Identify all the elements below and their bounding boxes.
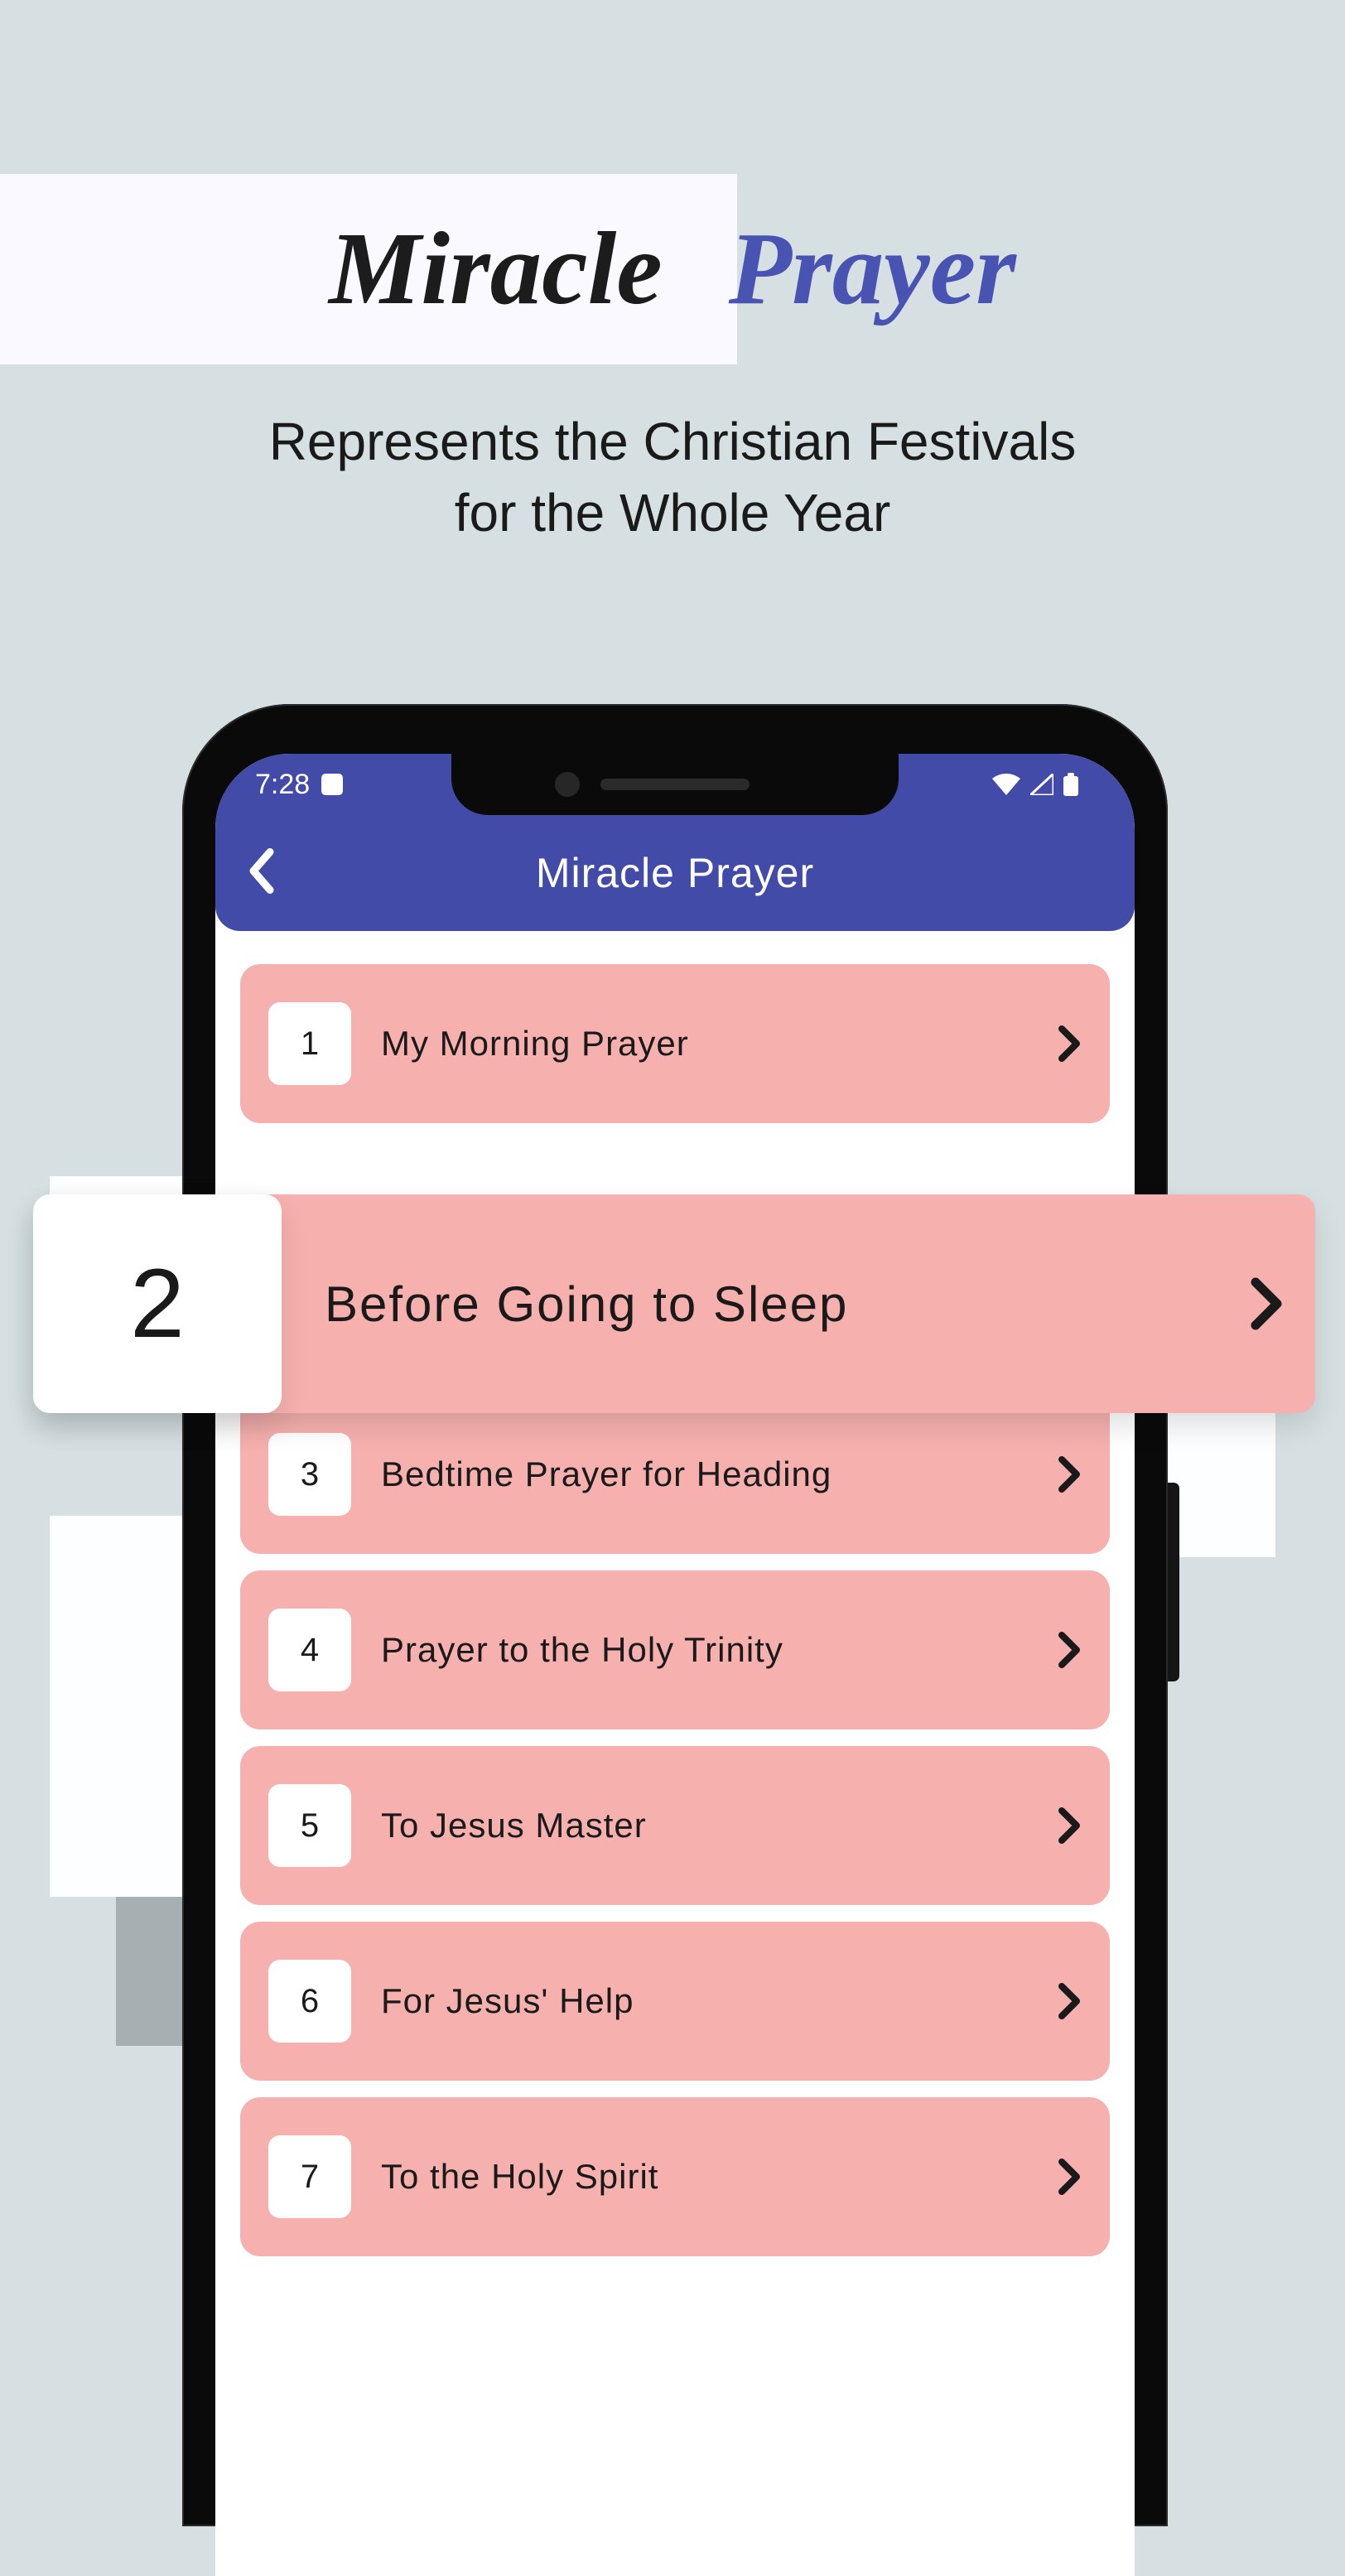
app-header: Miracle Prayer	[215, 815, 1135, 931]
list-item[interactable]: 3 Bedtime Prayer for Heading	[240, 1395, 1110, 1554]
item-label: Prayer to the Holy Trinity	[381, 1630, 1082, 1670]
speaker-icon	[600, 779, 750, 790]
list-item-highlighted[interactable]: 2 Before Going to Sleep	[33, 1194, 1315, 1413]
item-number: 4	[268, 1609, 351, 1691]
item-number: 6	[268, 1960, 351, 2043]
phone-notch	[451, 754, 899, 815]
chevron-right-icon	[1057, 1981, 1083, 2021]
phone-side-button	[1168, 1483, 1179, 1681]
item-label: Bedtime Prayer for Heading	[381, 1454, 1082, 1494]
item-label: Before Going to Sleep	[325, 1276, 1247, 1333]
list-item[interactable]: 6 For Jesus' Help	[240, 1922, 1110, 2081]
item-number: 2	[33, 1194, 282, 1413]
hero-title: Miracle Prayer	[0, 174, 1345, 364]
item-number: 1	[268, 1002, 351, 1085]
back-icon[interactable]	[245, 847, 278, 900]
chevron-right-icon	[1057, 1454, 1083, 1494]
camera-icon	[555, 772, 580, 797]
chevron-right-icon	[1057, 1630, 1083, 1670]
item-number: 3	[268, 1433, 351, 1516]
chevron-right-icon	[1057, 1806, 1083, 1845]
item-label: For Jesus' Help	[381, 1981, 1082, 2021]
hero-title-word2: Prayer	[729, 210, 1016, 329]
list-item[interactable]: 1 My Morning Prayer	[240, 964, 1110, 1123]
hero-subtitle-line: Represents the Christian Festivals	[0, 406, 1345, 477]
phone-screen: 7:28 Miracle	[215, 754, 1135, 2576]
item-label: To Jesus Master	[381, 1806, 1082, 1845]
battery-icon	[1063, 773, 1078, 796]
chevron-right-icon	[1247, 1274, 1285, 1334]
hero-subtitle-line: for the Whole Year	[0, 477, 1345, 548]
item-label: My Morning Prayer	[381, 1024, 1082, 1064]
hero-title-word1: Miracle	[329, 210, 663, 329]
list-item[interactable]: 4 Prayer to the Holy Trinity	[240, 1570, 1110, 1729]
phone-frame: 7:28 Miracle	[182, 704, 1168, 2526]
wifi-icon	[992, 774, 1020, 795]
prayer-list: 1 My Morning Prayer 3 Bedtime Prayer for…	[215, 948, 1135, 2273]
chevron-right-icon	[1057, 1024, 1083, 1064]
hero-subtitle: Represents the Christian Festivals for t…	[0, 406, 1345, 549]
list-item[interactable]: 5 To Jesus Master	[240, 1746, 1110, 1905]
item-number: 7	[268, 2135, 351, 2218]
list-item[interactable]: 7 To the Holy Spirit	[240, 2097, 1110, 2256]
item-label: To the Holy Spirit	[381, 2157, 1082, 2197]
status-indicator-icon	[321, 774, 343, 795]
signal-icon	[1030, 774, 1053, 795]
item-number: 5	[268, 1784, 351, 1867]
chevron-right-icon	[1057, 2157, 1083, 2197]
status-time: 7:28	[255, 769, 310, 801]
app-header-title: Miracle Prayer	[536, 849, 814, 897]
